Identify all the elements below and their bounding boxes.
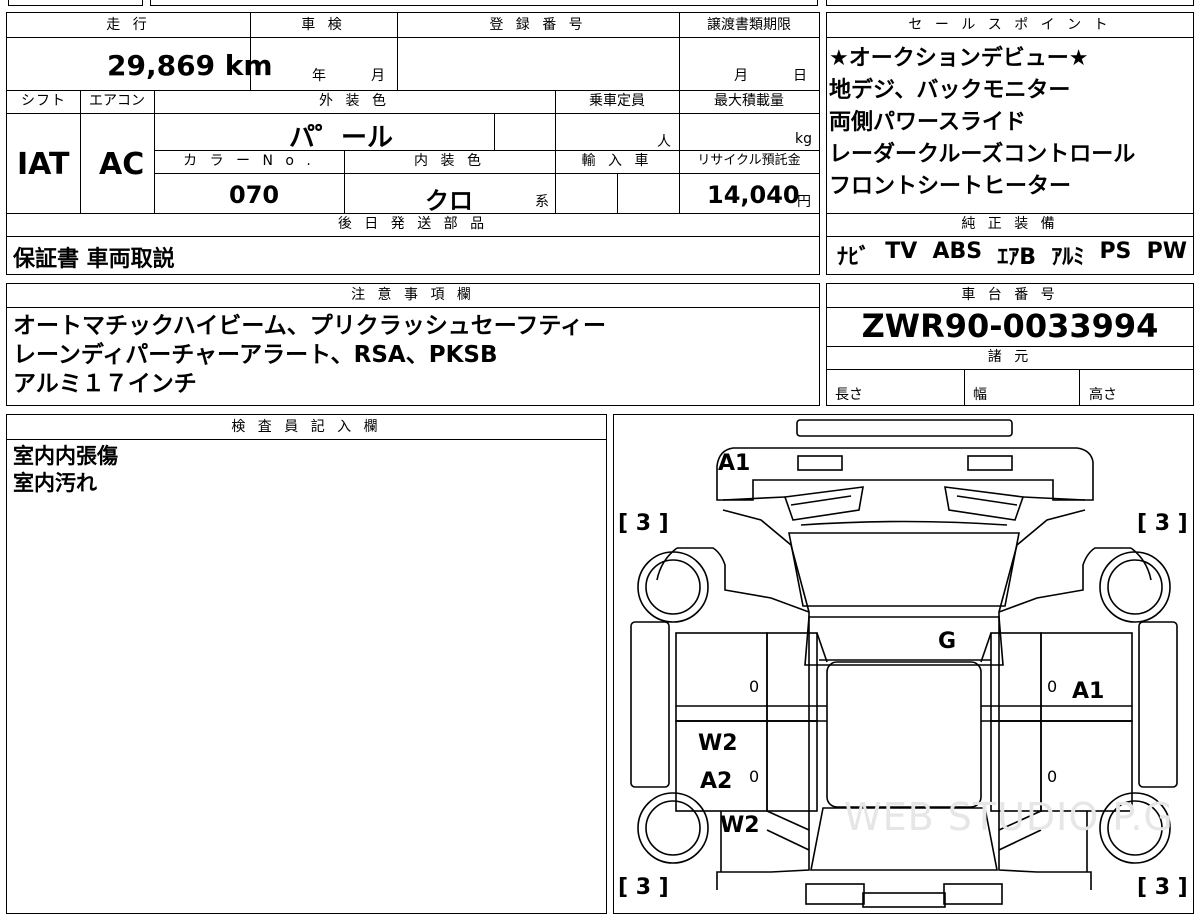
max-load-unit: kg bbox=[795, 131, 812, 147]
sales-point: ★オークションデビュー★ bbox=[829, 46, 1089, 71]
ac-label: エアコン bbox=[89, 93, 145, 109]
tire-grade-front-right: [ 3 ] bbox=[1137, 511, 1188, 536]
registration-label: 登 録 番 号 bbox=[489, 17, 587, 33]
recycle-fee-value: 14,040 bbox=[707, 181, 800, 209]
car-diagram-box: [ 3 ] [ 3 ] [ 3 ] [ 3 ] A1 G A1 W2 A2 W2… bbox=[613, 414, 1194, 914]
sales-point: レーダークルーズコントロール bbox=[829, 142, 1136, 167]
equipment-item: ﾅﾋﾞ bbox=[837, 245, 871, 270]
notes-box: 注 意 事 項 欄 オートマチックハイビーム、プリクラッシュセーフティー レーン… bbox=[6, 283, 820, 406]
exterior-color-value: パ゜ール bbox=[289, 123, 394, 153]
mileage-label: 走 行 bbox=[106, 17, 151, 33]
interior-suffix: 系 bbox=[535, 194, 549, 210]
shaken-month: 月 bbox=[371, 68, 385, 84]
spec-table: 走 行 車 検 登 録 番 号 譲渡書類期限 シフト エアコン 外 装 色 乗車… bbox=[6, 12, 820, 275]
top-strip bbox=[0, 0, 1200, 8]
equipment-item: TV bbox=[885, 239, 918, 264]
later-parts-value: 保証書 車両取説 bbox=[13, 247, 175, 272]
panel-zero: 0 bbox=[749, 677, 760, 696]
import-label: 輸 入 車 bbox=[581, 153, 653, 169]
note-line: アルミ１７インチ bbox=[13, 371, 197, 397]
recycle-label: リサイクル預託金 bbox=[697, 153, 801, 168]
equipment-item: ABS bbox=[932, 239, 983, 264]
notes-list: オートマチックハイビーム、プリクラッシュセーフティー レーンディパーチャーアラー… bbox=[13, 312, 606, 399]
recycle-unit: 円 bbox=[797, 194, 811, 210]
chassis-label: 車 台 番 号 bbox=[961, 287, 1059, 303]
sales-points-label: セ ー ル ス ポ イ ン ト bbox=[908, 17, 1112, 33]
damage-mark-right-door: A1 bbox=[1072, 679, 1105, 704]
capacity-label: 乗車定員 bbox=[589, 93, 645, 109]
inspector-notes-list: 室内内張傷 室内汚れ bbox=[13, 443, 118, 497]
color-no-label: カ ラ ー N o . bbox=[183, 153, 315, 169]
panel-zero: 0 bbox=[749, 767, 760, 786]
note-line: オートマチックハイビーム、プリクラッシュセーフティー bbox=[13, 313, 606, 339]
shift-label: シフト bbox=[21, 93, 66, 109]
capacity-unit: 人 bbox=[657, 134, 671, 150]
equipment-item: ｴｱB bbox=[997, 245, 1037, 270]
shaken-year: 年 bbox=[312, 68, 326, 84]
shift-value: IAT bbox=[17, 147, 70, 182]
sales-points-list: ★オークションデビュー★ 地デジ、バックモニター 両側パワースライド レーダーク… bbox=[829, 43, 1135, 203]
damage-mark-hood: A1 bbox=[718, 451, 751, 476]
shaken-label: 車 検 bbox=[301, 17, 346, 33]
mileage-value: 29,869 km bbox=[107, 49, 273, 82]
interior-color-value: クロ bbox=[425, 187, 473, 215]
interior-color-label: 内 装 色 bbox=[414, 153, 485, 169]
tire-grade-front-left: [ 3 ] bbox=[618, 511, 669, 536]
equipment-item: PS bbox=[1099, 239, 1132, 264]
sales-point: フロントシートヒーター bbox=[829, 174, 1072, 199]
ac-value: AC bbox=[99, 147, 145, 182]
damage-mark-left-door: W2 bbox=[698, 731, 738, 756]
transfer-deadline-label: 譲渡書類期限 bbox=[707, 17, 791, 33]
inspector-note: 室内汚れ bbox=[13, 471, 97, 495]
tire-grade-rear-right: [ 3 ] bbox=[1137, 875, 1188, 900]
genuine-equipment-label: 純 正 装 備 bbox=[961, 216, 1059, 232]
genuine-equipment-list: ﾅﾋﾞ TV ABS ｴｱB ｱﾙﾐ PS PW bbox=[837, 239, 1187, 271]
tire-grade-rear-left: [ 3 ] bbox=[618, 875, 669, 900]
damage-mark-roof: G bbox=[938, 629, 957, 654]
chassis-box: 車 台 番 号 ZWR90-0033994 諸 元 長さ 幅 高さ bbox=[826, 283, 1194, 406]
spec-length: 長さ bbox=[835, 387, 863, 403]
sales-point: 地デジ、バックモニター bbox=[829, 78, 1071, 103]
sales-point: 両側パワースライド bbox=[829, 110, 1026, 135]
inspector-label: 検 査 員 記 入 欄 bbox=[231, 419, 382, 435]
damage-mark-left-quarter: W2 bbox=[720, 813, 760, 838]
transfer-day: 日 bbox=[793, 68, 807, 84]
sales-points-box: セ ー ル ス ポ イ ン ト ★オークションデビュー★ 地デジ、バックモニター… bbox=[826, 12, 1194, 275]
damage-mark-left-rear-door: A2 bbox=[700, 769, 733, 794]
chassis-number: ZWR90-0033994 bbox=[861, 307, 1159, 345]
panel-zero: 0 bbox=[1047, 677, 1058, 696]
equipment-item: ｱﾙﾐ bbox=[1051, 245, 1085, 270]
max-load-label: 最大積載量 bbox=[714, 93, 784, 109]
transfer-month: 月 bbox=[734, 68, 748, 84]
watermark: WEB STUDIO P.G bbox=[844, 795, 1174, 839]
note-line: レーンディパーチャーアラート、RSA、PKSB bbox=[13, 342, 498, 368]
panel-zero: 0 bbox=[1047, 767, 1058, 786]
specs-label: 諸 元 bbox=[987, 349, 1033, 365]
color-no-value: 070 bbox=[229, 181, 280, 209]
exterior-color-label: 外 装 色 bbox=[319, 93, 390, 109]
notes-label: 注 意 事 項 欄 bbox=[351, 287, 475, 303]
spec-width: 幅 bbox=[973, 387, 987, 403]
equipment-item: PW bbox=[1146, 239, 1187, 264]
inspector-note: 室内内張傷 bbox=[13, 444, 118, 468]
later-parts-label: 後 日 発 送 部 品 bbox=[337, 216, 489, 232]
spec-height: 高さ bbox=[1089, 387, 1117, 403]
inspector-box: 検 査 員 記 入 欄 室内内張傷 室内汚れ bbox=[6, 414, 607, 914]
